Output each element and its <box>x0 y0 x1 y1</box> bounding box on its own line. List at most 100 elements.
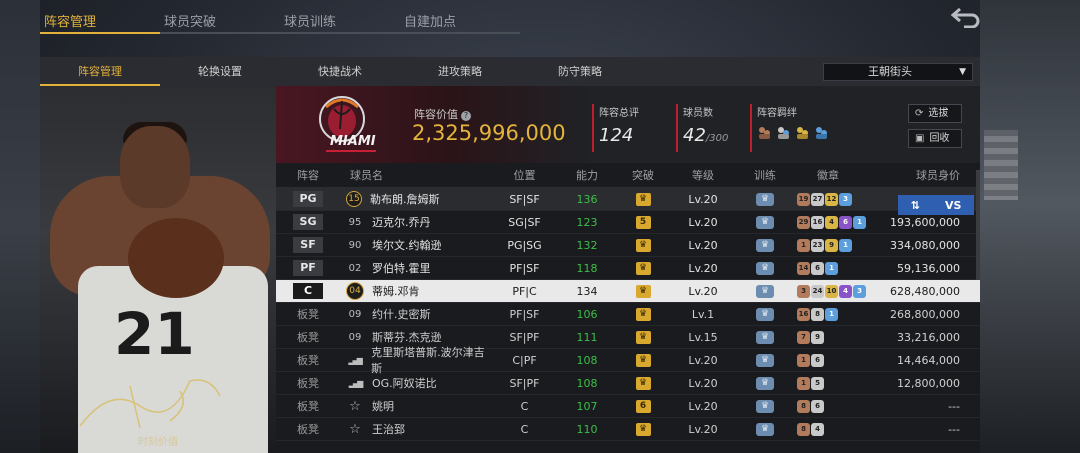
badge-list[interactable]: 3 24 10 4 3 <box>795 284 875 298</box>
row-position: 板凳 <box>297 377 319 390</box>
breakthrough-cell[interactable]: ♛ <box>615 261 671 275</box>
lineup-value: 2,325,996,000 <box>412 121 566 145</box>
badge-list[interactable]: 86 <box>795 399 875 413</box>
table-row[interactable]: SG 95 迈克尔.乔丹 SG|SF 123 5 Lv.20 ♛ 29 16 4 6 1 193,600,… <box>276 211 980 234</box>
training-cell[interactable]: ♛ <box>735 284 795 298</box>
breakthrough-cell[interactable]: 6 <box>615 399 671 413</box>
player-count-max: /300 <box>705 133 729 144</box>
recycle-button[interactable]: ▣ 回收 <box>908 129 962 148</box>
breakthrough-cell[interactable]: ♛ <box>615 192 671 206</box>
row-position: 板凳 <box>297 400 319 413</box>
player-count-value: 42 <box>683 125 706 146</box>
player-slot: PG|SG <box>507 238 542 252</box>
breakthrough-cell[interactable]: ♛ <box>615 330 671 344</box>
background-right <box>980 0 1080 453</box>
back-button[interactable] <box>948 6 984 30</box>
breakthrough-cell[interactable]: ♛ <box>615 307 671 321</box>
table-row[interactable]: PF 02 罗伯特.霍里 PF|SF 118 ♛ Lv.20 ♛ 14 6 1 59,136,000 <box>276 257 980 280</box>
table-row[interactable]: 板凳 ☆ 姚明 C 107 6 Lv.20 ♛ 8 6 --- <box>276 395 980 418</box>
crown-icon: 5 <box>635 215 651 229</box>
player-name: 王治郅 <box>372 423 405 436</box>
player-name: 约什.史密斯 <box>372 308 431 321</box>
player-name: 姚明 <box>372 400 394 413</box>
training-cell[interactable]: ♛ <box>735 238 795 252</box>
row-player: 04 蒂姆.邓肯 <box>340 282 490 300</box>
team-rating-label: 阵容总评 <box>599 108 639 119</box>
header-training: 训练 <box>754 169 776 182</box>
badge-list[interactable]: 16 8 1 <box>795 307 875 321</box>
badge-list[interactable]: 16 <box>795 353 875 367</box>
chemistry-gold-icon <box>797 127 808 139</box>
table-row[interactable]: PG15勒布朗.詹姆斯SF|SF136♛Lv.20♛19271235 <box>276 188 980 211</box>
breakthrough-cell[interactable]: ♛ <box>615 422 671 436</box>
sub-tab-lineup[interactable]: 阵容管理 <box>40 57 160 86</box>
player-ovr: 118 <box>576 261 598 275</box>
training-cell[interactable]: ♛ <box>735 422 795 436</box>
bronze-badge-icon: 8 <box>797 422 810 436</box>
breakthrough-cell[interactable]: 5 <box>615 215 671 229</box>
training-icon: ♛ <box>756 353 774 367</box>
sub-tab-quick-tactics[interactable]: 快捷战术 <box>280 57 400 86</box>
table-row[interactable]: 板凳 ▂▄▆ OG.阿奴诺比 SF|PF 108 ♛ Lv.20 ♛ 1 5 12,800,000 <box>276 372 980 395</box>
badge-list[interactable]: 19 27 12 3 <box>795 192 875 206</box>
player-name: 克里斯塔普斯.波尔津吉斯 <box>371 346 485 375</box>
top-tab-training[interactable]: 球员训练 <box>280 0 400 34</box>
header-breakthrough: 突破 <box>632 169 654 182</box>
table-row[interactable]: 板凳 09 约什.史密斯 PF|SF 106 ♛ Lv.1 ♛ 16 8 1 268,800,000 <box>276 303 980 326</box>
training-cell[interactable]: ♛ <box>735 192 795 206</box>
badge-list[interactable]: 15 <box>795 376 875 390</box>
lineup-value-label: 阵容价值? <box>414 106 471 122</box>
crown-icon: ♛ <box>635 330 651 344</box>
training-cell[interactable]: ♛ <box>735 399 795 413</box>
badge-list[interactable]: 79 <box>795 330 875 344</box>
top-tab-breakthrough[interactable]: 球员突破 <box>160 0 280 34</box>
player-level: Lv.20 <box>688 353 718 367</box>
help-icon[interactable]: ? <box>461 111 471 121</box>
badge-list[interactable]: 29 16 4 6 1 <box>795 215 875 229</box>
table-row[interactable]: SF 90 埃尔文.约翰逊 PG|SG 132 ♛ Lv.20 ♛ 1 23 9 1 334,080,0… <box>276 234 980 257</box>
top-tab-custom-points[interactable]: 自建加点 <box>400 0 520 34</box>
row-player: 90 埃尔文.约翰逊 <box>340 237 490 253</box>
silver-badge-icon: 4 <box>811 422 824 436</box>
sub-tab-rotation[interactable]: 轮换设置 <box>160 57 280 86</box>
breakthrough-cell[interactable]: ♛ <box>615 238 671 252</box>
sub-tab-defense[interactable]: 防守策略 <box>520 57 640 86</box>
training-icon: ♛ <box>756 422 774 436</box>
training-cell[interactable]: ♛ <box>735 330 795 344</box>
row-position: 板凳 <box>297 308 319 321</box>
training-cell[interactable]: ♛ <box>735 376 795 390</box>
vs-label: VS <box>944 198 962 212</box>
training-icon: ♛ <box>756 376 774 390</box>
table-row[interactable]: 板凳 ☆ 王治郅 C 110 ♛ Lv.20 ♛ 8 4 --- <box>276 418 980 441</box>
chemistry-icons[interactable] <box>757 125 829 140</box>
training-cell[interactable]: ♛ <box>735 307 795 321</box>
player-name: OG.阿奴诺比 <box>372 377 437 390</box>
select-button[interactable]: ⟳ 选拔 <box>908 104 962 123</box>
training-icon: ♛ <box>756 215 774 229</box>
header-slot: 位置 <box>513 169 536 182</box>
table-scrollbar[interactable] <box>976 170 980 280</box>
training-cell[interactable]: ♛ <box>735 215 795 229</box>
team-logo: MIAMI <box>319 96 376 152</box>
chemistry-blue-icon <box>816 127 827 139</box>
sub-tab-offense[interactable]: 进攻策略 <box>400 57 520 86</box>
silver-badge-icon: 9 <box>811 330 824 344</box>
badge-list[interactable]: 1 23 9 1 <box>795 238 875 252</box>
player-value: 628,480,000 <box>890 284 960 298</box>
training-cell[interactable]: ♛ <box>735 353 795 367</box>
table-row[interactable]: 板凳 ▂▄▆ 克里斯塔普斯.波尔津吉斯 C|PF 108 ♛ Lv.20 ♛ 1 6 14,464,… <box>276 346 980 375</box>
player-count-label: 球员数 <box>683 108 713 119</box>
breakthrough-cell[interactable]: ♛ <box>615 376 671 390</box>
training-cell[interactable]: ♛ <box>735 261 795 275</box>
badge-list[interactable]: 14 6 1 <box>795 261 875 275</box>
portrait-basketball <box>128 218 224 298</box>
compare-vs-overlay[interactable]: ⇅ VS <box>898 195 974 215</box>
breakthrough-cell[interactable]: ♛ <box>615 284 671 298</box>
badge-list[interactable]: 84 <box>795 422 875 436</box>
top-tab-lineup[interactable]: 阵容管理 <box>40 0 160 34</box>
table-row[interactable]: C 04 蒂姆.邓肯 PF|C 134 ♛ Lv.20 ♛ 3 24 10 4 3 628,480,000 <box>276 280 980 303</box>
chemistry-label: 阵容羁绊 <box>757 108 797 119</box>
player-level: Lv.20 <box>688 399 718 413</box>
breakthrough-cell[interactable]: ♛ <box>615 353 671 367</box>
team-dropdown[interactable]: 王朝街头 ▼ <box>823 63 973 81</box>
